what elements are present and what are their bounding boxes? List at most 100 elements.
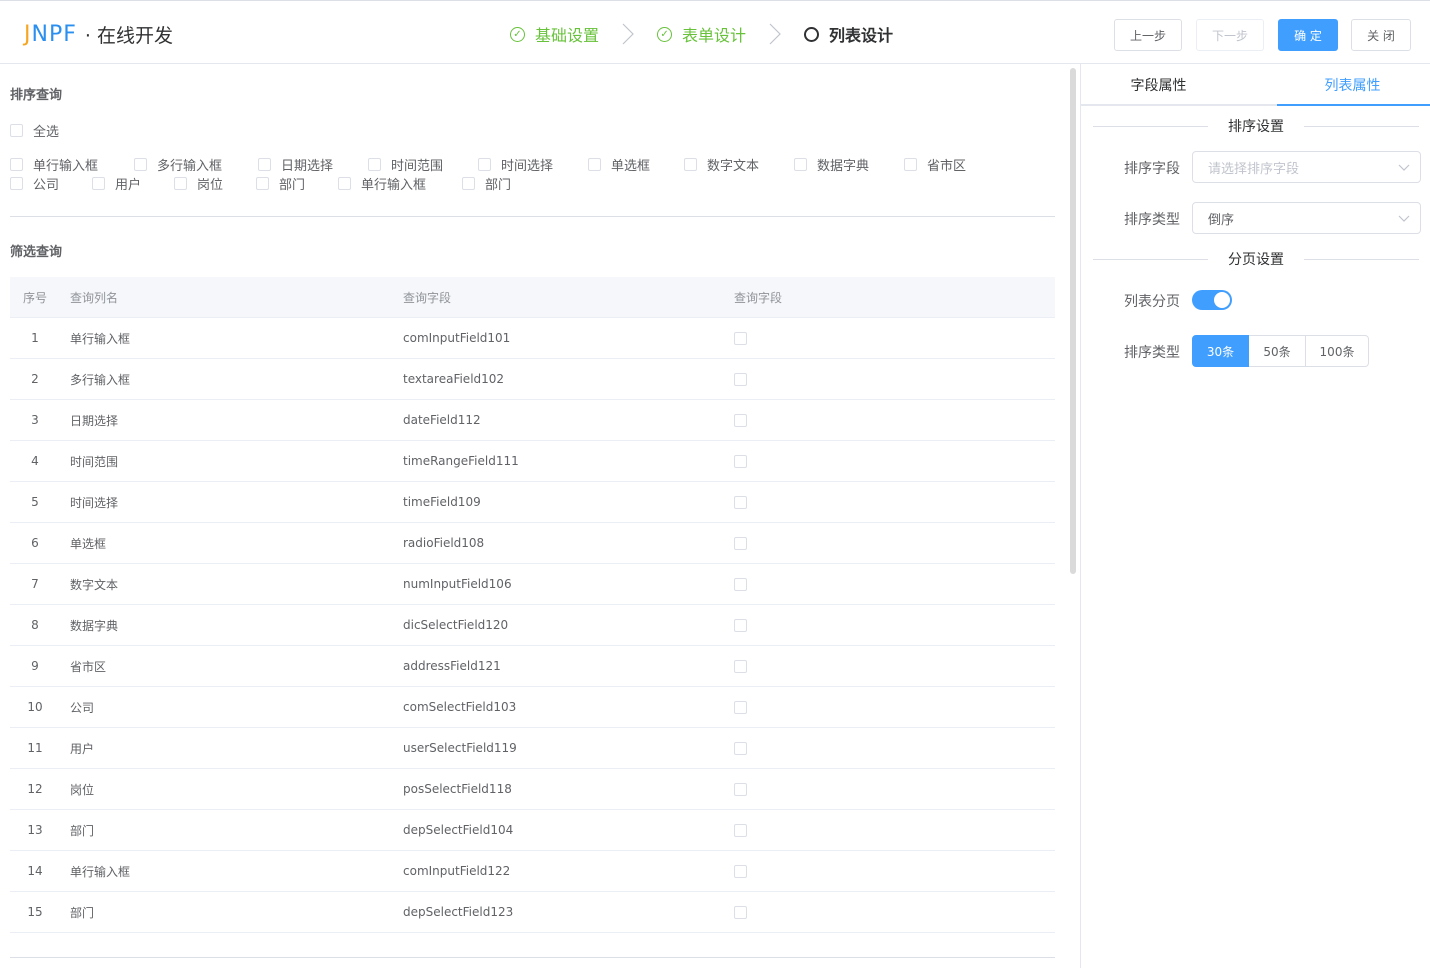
sort-field-checkbox[interactable]: 单行输入框 <box>10 155 98 174</box>
row-name: 单行输入框 <box>70 864 131 879</box>
sort-field-checkbox[interactable]: 省市区 <box>904 155 966 174</box>
step-list[interactable]: 列表设计 <box>804 22 893 46</box>
sort-field-checkbox[interactable]: 日期选择 <box>258 155 333 174</box>
query-checkbox[interactable] <box>734 578 747 591</box>
query-checkbox[interactable] <box>734 455 747 468</box>
checkbox[interactable] <box>10 177 23 190</box>
checkbox[interactable] <box>338 177 351 190</box>
table-row: 13 部门 depSelectField104 <box>10 810 1055 851</box>
table-row: 9 省市区 addressField121 <box>10 646 1055 687</box>
prev-button[interactable]: 上一步 <box>1114 19 1182 51</box>
sort-field-select[interactable]: 请选择排序字段 <box>1192 151 1421 183</box>
sort-field-checkbox[interactable]: 单行输入框 <box>338 174 426 193</box>
tab-field-props[interactable]: 字段属性 <box>1081 64 1236 104</box>
sort-field-checkbox[interactable]: 数字文本 <box>684 155 759 174</box>
row-no: 8 <box>31 618 39 632</box>
checkbox[interactable] <box>10 158 23 171</box>
row-query-cell <box>724 536 747 550</box>
table-row: 6 单选框 radioField108 <box>10 523 1055 564</box>
query-checkbox[interactable] <box>734 537 747 550</box>
row-query-cell <box>724 864 747 878</box>
query-checkbox[interactable] <box>734 496 747 509</box>
sort-field-checkbox[interactable]: 岗位 <box>174 174 223 193</box>
sort-field-checkbox[interactable]: 时间选择 <box>478 155 553 174</box>
next-button[interactable]: 下一步 <box>1196 19 1264 51</box>
step-basic[interactable]: ✓ 基础设置 <box>510 22 599 46</box>
table-row: 8 数据字典 dicSelectField120 <box>10 605 1055 646</box>
row-no: 7 <box>31 577 39 591</box>
checkbox[interactable] <box>10 124 23 137</box>
sort-type-select[interactable]: 倒序 <box>1192 202 1421 234</box>
query-checkbox[interactable] <box>734 332 747 345</box>
switch-knob <box>1214 292 1230 308</box>
checkbox[interactable] <box>174 177 187 190</box>
checkbox[interactable] <box>794 158 807 171</box>
scrollbar[interactable] <box>1070 68 1076 574</box>
sort-field-checkbox[interactable]: 公司 <box>10 174 59 193</box>
filter-table: 序号 查询列名 查询字段 查询字段 1 单行输入框 comInputField101… <box>10 277 1055 933</box>
query-checkbox[interactable] <box>734 742 747 755</box>
checkbox[interactable] <box>478 158 491 171</box>
query-checkbox[interactable] <box>734 906 747 919</box>
row-no: 4 <box>31 454 39 468</box>
row-field: textareaField102 <box>403 372 505 386</box>
checkbox[interactable] <box>256 177 269 190</box>
sort-field-label: 排序字段 <box>1124 161 1180 177</box>
close-button[interactable]: 关 闭 <box>1351 19 1411 51</box>
row-name: 岗位 <box>70 782 95 797</box>
tab-list-props[interactable]: 列表属性 <box>1276 64 1429 104</box>
checkbox[interactable] <box>258 158 271 171</box>
col-header-no: 序号 <box>22 290 47 305</box>
row-name: 公司 <box>70 700 95 715</box>
row-name: 部门 <box>70 905 95 920</box>
select-all-checkbox[interactable]: 全选 <box>10 121 59 140</box>
sort-settings-title: 排序设置 <box>1093 116 1419 136</box>
checkbox[interactable] <box>588 158 601 171</box>
page-size-30[interactable]: 30条 <box>1192 335 1249 367</box>
sort-field-checkbox[interactable]: 部门 <box>256 174 305 193</box>
sort-field-checkbox[interactable]: 数据字典 <box>794 155 869 174</box>
checkbox[interactable] <box>134 158 147 171</box>
sort-field-checkbox[interactable]: 时间范围 <box>368 155 443 174</box>
checkbox[interactable] <box>368 158 381 171</box>
sort-field-checkbox[interactable]: 部门 <box>462 174 511 193</box>
checkbox[interactable] <box>462 177 475 190</box>
logo: JNPF · 在线开发 <box>24 21 173 48</box>
checkbox[interactable] <box>92 177 105 190</box>
row-name: 时间选择 <box>70 495 119 510</box>
sort-field-checkbox[interactable]: 单选框 <box>588 155 650 174</box>
property-tabs: 字段属性 列表属性 <box>1081 64 1430 106</box>
query-checkbox[interactable] <box>734 660 747 673</box>
query-checkbox[interactable] <box>734 701 747 714</box>
query-checkbox[interactable] <box>734 414 747 427</box>
row-query-cell <box>724 823 747 837</box>
query-checkbox[interactable] <box>734 619 747 632</box>
sort-field-checkbox[interactable]: 用户 <box>92 174 141 193</box>
step-label: 表单设计 <box>682 26 747 45</box>
page-size-50[interactable]: 50条 <box>1249 335 1306 367</box>
checkbox[interactable] <box>904 158 917 171</box>
row-field: comInputField122 <box>403 864 511 878</box>
row-field: comSelectField103 <box>403 700 517 714</box>
row-query-cell <box>724 618 747 632</box>
query-checkbox[interactable] <box>734 783 747 796</box>
select-value: 倒序 <box>1208 212 1235 228</box>
table-row: 1 单行输入框 comInputField101 <box>10 318 1055 359</box>
checkbox-label: 数据字典 <box>817 159 870 174</box>
query-checkbox[interactable] <box>734 865 747 878</box>
step-form[interactable]: ✓ 表单设计 <box>657 22 746 46</box>
filter-query-title: 筛选查询 <box>10 245 63 260</box>
row-no: 9 <box>31 659 39 673</box>
checkbox-label: 用户 <box>115 178 142 193</box>
confirm-button[interactable]: 确 定 <box>1278 19 1338 51</box>
checkbox[interactable] <box>684 158 697 171</box>
table-row: 4 时间范围 timeRangeField111 <box>10 441 1055 482</box>
query-checkbox[interactable] <box>734 373 747 386</box>
paging-switch[interactable] <box>1192 290 1232 310</box>
page-size-100[interactable]: 100条 <box>1306 335 1369 367</box>
row-no: 15 <box>27 905 43 919</box>
sort-field-checkbox[interactable]: 多行输入框 <box>134 155 222 174</box>
row-field: comInputField101 <box>403 331 511 345</box>
query-checkbox[interactable] <box>734 824 747 837</box>
row-field: depSelectField123 <box>403 905 514 919</box>
